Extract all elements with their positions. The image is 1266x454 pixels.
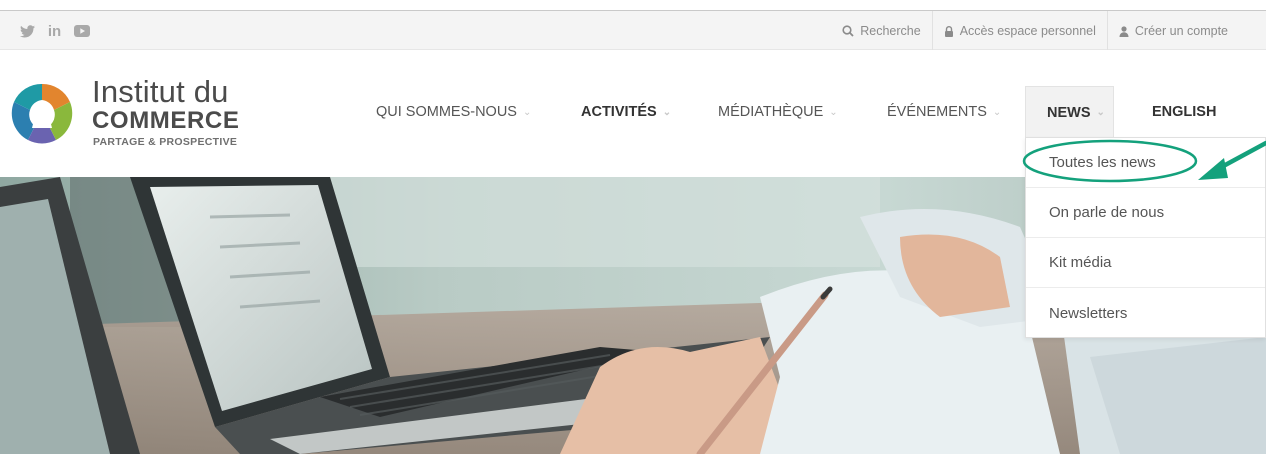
twitter-icon[interactable] [14, 11, 41, 51]
nav-label: NEWS [1047, 104, 1091, 121]
news-dropdown-menu: Toutes les news On parle de nous Kit méd… [1025, 137, 1266, 338]
chevron-down-icon: ⌄ [522, 106, 532, 118]
nav-item-news[interactable]: NEWS ⌄ [1025, 86, 1114, 138]
search-label: Recherche [860, 24, 921, 38]
chevron-down-icon: ⌄ [662, 106, 672, 118]
linkedin-glyph: in [47, 22, 62, 40]
chevron-down-icon: ⌄ [1096, 107, 1105, 118]
youtube-icon[interactable] [68, 11, 95, 51]
nav-label: QUI SOMMES-NOUS [376, 104, 517, 120]
nav-item-english[interactable]: ENGLISH [1152, 86, 1216, 138]
dropdown-item-newsletters[interactable]: Newsletters [1026, 288, 1265, 338]
nav-item-evenements[interactable]: ÉVÉNEMENTS ⌄ [887, 86, 1001, 138]
search-link[interactable]: Recherche [831, 11, 931, 51]
lock-icon [944, 25, 954, 37]
main-nav: QUI SOMMES-NOUS ⌄ ACTIVITÉS ⌄ MÉDIATHÈQU… [0, 86, 1266, 138]
social-links: in [14, 11, 95, 51]
chevron-down-icon: ⌄ [992, 106, 1002, 118]
top-utility-bar: in Recherche Accès espace personnel Crée… [0, 10, 1266, 51]
create-account-label: Créer un compte [1134, 24, 1228, 38]
search-icon [842, 25, 854, 37]
personal-space-link[interactable]: Accès espace personnel [931, 11, 1107, 51]
create-account-link[interactable]: Créer un compte [1106, 11, 1266, 51]
dropdown-item-toutes-les-news[interactable]: Toutes les news [1026, 138, 1265, 188]
utility-links: Recherche Accès espace personnel Créer u… [831, 11, 1266, 51]
dropdown-item-on-parle-de-nous[interactable]: On parle de nous [1026, 188, 1265, 238]
nav-label: ACTIVITÉS [581, 104, 657, 120]
nav-item-mediatheque[interactable]: MÉDIATHÈQUE ⌄ [718, 86, 838, 138]
nav-label: ÉVÉNEMENTS [887, 104, 987, 120]
linkedin-icon[interactable]: in [41, 11, 68, 51]
page: in Recherche Accès espace personnel Crée… [0, 0, 1266, 454]
nav-item-qui-sommes-nous[interactable]: QUI SOMMES-NOUS ⌄ [376, 86, 531, 138]
personal-space-label: Accès espace personnel [959, 24, 1096, 38]
nav-label: MÉDIATHÈQUE [718, 104, 824, 120]
chevron-down-icon: ⌄ [829, 106, 838, 118]
nav-label: ENGLISH [1152, 104, 1217, 120]
user-icon [1119, 25, 1129, 37]
nav-item-activites[interactable]: ACTIVITÉS ⌄ [581, 86, 671, 138]
dropdown-item-kit-media[interactable]: Kit média [1026, 238, 1265, 288]
logo-tagline: PARTAGE & PROSPECTIVE [93, 136, 238, 148]
